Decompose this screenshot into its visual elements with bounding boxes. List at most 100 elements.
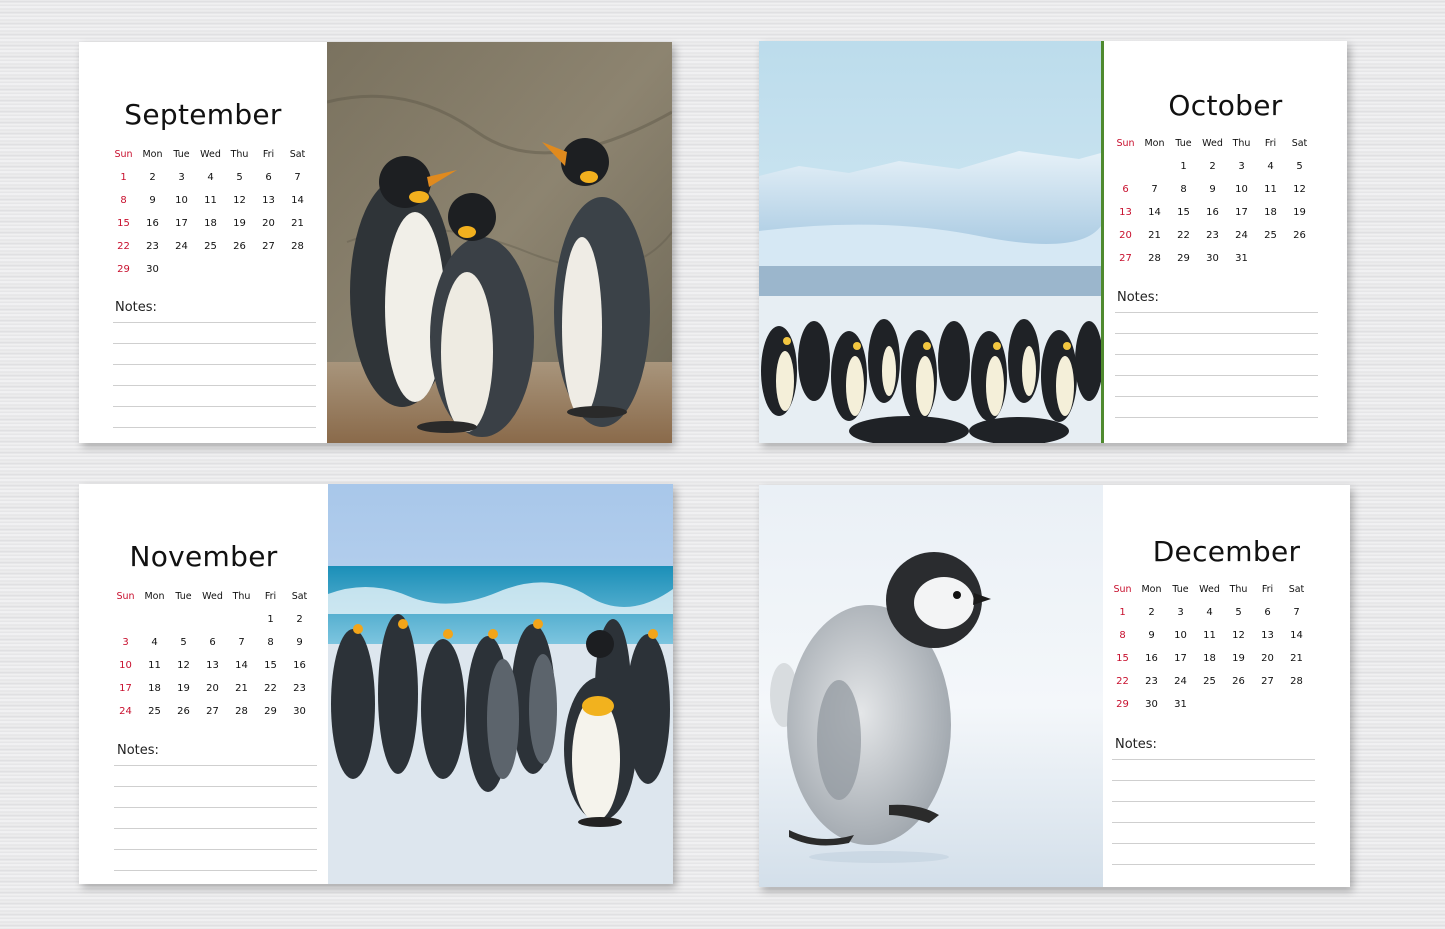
day-cell: 5 <box>180 637 187 648</box>
day-cell: 3 <box>122 637 129 648</box>
day-cell: 23 <box>1206 230 1219 241</box>
day-cell: 26 <box>1293 230 1306 241</box>
day-cell <box>1195 698 1224 721</box>
day-cell <box>1111 160 1140 183</box>
day-cell: 13 <box>1261 630 1274 641</box>
day-cell: 4 <box>151 637 158 648</box>
day-cell <box>283 263 312 286</box>
day-cell: 24 <box>175 241 188 252</box>
weekday-header: Fri <box>264 591 277 602</box>
day-cell: 26 <box>1232 676 1245 687</box>
day-cell: 6 <box>265 172 272 183</box>
note-line <box>114 787 317 808</box>
day-cell: 13 <box>1119 207 1132 218</box>
calendar-panel: December Sun Mon Tue Wed Thu Fri Sat 1 2 3 4 5 6 7 8 9 1… <box>1103 485 1350 887</box>
calendar-panel: October Sun Mon Tue Wed Thu Fri Sat 1 2 3 4 5 6 7 8 9 10… <box>1104 41 1347 443</box>
weekday-header: Sun <box>1116 138 1135 149</box>
day-cell <box>1224 698 1253 721</box>
day-cell <box>1282 698 1311 721</box>
day-grid: Sun Mon Tue Wed Thu Fri Sat 1 2 3 4 5 6 7 8 9 10 11 12 13 14… <box>109 148 312 286</box>
day-cell: 31 <box>1174 699 1187 710</box>
weekday-header: Tue <box>1175 138 1192 149</box>
note-line <box>1115 334 1318 355</box>
month-title: November <box>129 540 278 573</box>
day-cell: 11 <box>148 660 161 671</box>
day-cell: 10 <box>1235 184 1248 195</box>
day-cell: 28 <box>1290 676 1303 687</box>
day-cell: 1 <box>1180 161 1187 172</box>
day-cell: 22 <box>264 683 277 694</box>
day-cell: 12 <box>1293 184 1306 195</box>
day-cell: 17 <box>1235 207 1248 218</box>
day-cell: 14 <box>235 660 248 671</box>
day-cell: 27 <box>262 241 275 252</box>
weekday-header: Wed <box>1202 138 1223 149</box>
day-cell: 9 <box>149 195 156 206</box>
day-cell: 18 <box>1203 653 1216 664</box>
day-cell: 23 <box>146 241 159 252</box>
notes-lines <box>1112 739 1315 865</box>
day-cell: 29 <box>1177 253 1190 264</box>
day-cell <box>198 613 227 636</box>
day-grid: Sun Mon Tue Wed Thu Fri Sat 1 2 3 4 5 6 7 8 9 10 11 12 13 14… <box>1108 583 1311 721</box>
king-penguins-rock-photo <box>327 42 672 443</box>
calendar-card-october: October Sun Mon Tue Wed Thu Fri Sat 1 2 3 4 5 6 7 8 9 10… <box>759 41 1347 443</box>
day-cell: 17 <box>119 683 132 694</box>
day-cell: 25 <box>1264 230 1277 241</box>
month-title: September <box>124 98 282 131</box>
day-cell: 2 <box>149 172 156 183</box>
day-cell: 10 <box>119 660 132 671</box>
weekday-header: Tue <box>175 591 192 602</box>
note-line <box>114 829 317 850</box>
day-cell: 21 <box>1148 230 1161 241</box>
day-cell: 15 <box>117 218 130 229</box>
day-cell: 11 <box>204 195 217 206</box>
day-cell: 12 <box>177 660 190 671</box>
day-cell: 15 <box>1177 207 1190 218</box>
day-cell: 20 <box>1261 653 1274 664</box>
day-cell: 11 <box>1203 630 1216 641</box>
weekday-header: Sat <box>291 591 308 602</box>
day-cell <box>1285 252 1314 275</box>
day-cell: 16 <box>293 660 306 671</box>
note-line <box>1112 802 1315 823</box>
note-line <box>114 808 317 829</box>
weekday-header: Sat <box>1291 138 1308 149</box>
calendar-card-december: December Sun Mon Tue Wed Thu Fri Sat 1 2 3 4 5 6 7 8 9 1… <box>759 485 1350 887</box>
day-cell: 1 <box>267 614 274 625</box>
day-cell: 14 <box>1148 207 1161 218</box>
day-cell: 18 <box>148 683 161 694</box>
day-cell: 24 <box>1235 230 1248 241</box>
day-cell: 3 <box>1238 161 1245 172</box>
day-cell: 15 <box>264 660 277 671</box>
day-cell: 13 <box>262 195 275 206</box>
day-cell: 9 <box>296 637 303 648</box>
weekday-header: Wed <box>1199 584 1220 595</box>
day-cell: 11 <box>1264 184 1277 195</box>
weekday-header: Wed <box>202 591 223 602</box>
day-cell: 25 <box>1203 676 1216 687</box>
day-cell: 10 <box>1174 630 1187 641</box>
day-cell <box>196 263 225 286</box>
note-line <box>1115 355 1318 376</box>
day-grid: Sun Mon Tue Wed Thu Fri Sat 1 2 3 4 5 6 7 8 9 10 11 12 13 14… <box>111 590 314 728</box>
weekday-header: Sat <box>1288 584 1305 595</box>
note-line <box>113 302 316 323</box>
day-cell: 22 <box>117 241 130 252</box>
day-cell: 25 <box>204 241 217 252</box>
day-cell: 7 <box>294 172 301 183</box>
month-title: October <box>1168 89 1283 122</box>
day-cell <box>140 613 169 636</box>
note-line <box>1112 844 1315 865</box>
day-cell <box>169 613 198 636</box>
note-line <box>1112 781 1315 802</box>
day-cell <box>1256 252 1285 275</box>
weekday-header: Fri <box>1264 138 1277 149</box>
day-cell: 20 <box>262 218 275 229</box>
day-cell: 20 <box>1119 230 1132 241</box>
note-line <box>113 344 316 365</box>
day-cell: 9 <box>1148 630 1155 641</box>
day-cell: 3 <box>1177 607 1184 618</box>
day-cell: 8 <box>1180 184 1187 195</box>
day-cell: 13 <box>206 660 219 671</box>
